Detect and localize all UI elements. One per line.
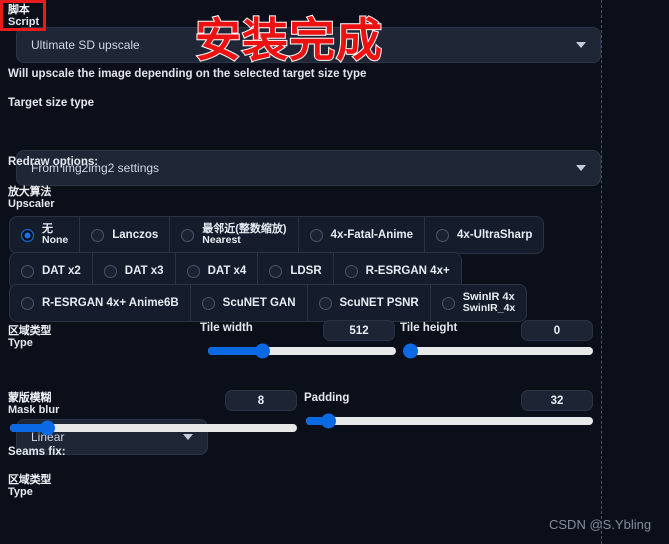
upscaler-option-label: LDSR (290, 264, 322, 277)
redraw-type-label: 区域类型 Type (8, 325, 51, 349)
upscaler-option-label: ScuNET GAN (222, 296, 296, 309)
chevron-down-icon[interactable] (183, 434, 193, 440)
upscaler-radio-row-1: 无 None Lanczos 最邻近(整数缩放) Nearest 4x-Fatal-Ani… (9, 216, 545, 254)
upscaler-option-label: 最邻近(整数缩放) Nearest (202, 223, 286, 247)
radio-unselected-icon[interactable] (269, 264, 283, 278)
radio-unselected-icon[interactable] (91, 228, 105, 242)
upscaler-label-cn: 放大算法 (8, 186, 52, 198)
upscaler-option-label-en: SwinIR_4x (462, 302, 516, 315)
upscaler-option-scunet-gan[interactable]: ScuNET GAN (190, 284, 308, 322)
upscaler-option-lanczos[interactable]: Lanczos (80, 216, 171, 254)
chevron-down-icon[interactable] (576, 42, 586, 48)
upscaler-option-label: DAT x4 (207, 264, 247, 277)
tile-width-slider-thumb[interactable] (255, 343, 271, 359)
upscaler-option-label: ScuNET PSNR (339, 296, 419, 309)
upscaler-option-label: SwinIR 4x SwinIR_4x (463, 291, 516, 315)
upscaler-option-label: R-ESRGAN 4x+ Anime6B (42, 296, 179, 309)
radio-unselected-icon[interactable] (441, 296, 455, 310)
redraw-type-label-cn: 区域类型 (8, 325, 52, 337)
radio-unselected-icon[interactable] (318, 296, 332, 310)
radio-unselected-icon[interactable] (181, 228, 195, 242)
script-description: Will upscale the image depending on the … (8, 68, 367, 80)
radio-selected-icon[interactable] (21, 228, 34, 242)
mask-blur-label-en: Mask blur (8, 404, 60, 417)
seams-fix-type-label-en: Type (8, 486, 33, 499)
mask-blur-label-cn: 蒙版模糊 (8, 392, 52, 404)
upscaler-label-en: Upscaler (8, 198, 55, 211)
padding-slider[interactable] (306, 413, 593, 429)
padding-label: Padding (304, 392, 350, 404)
chevron-down-icon[interactable] (576, 165, 586, 171)
script-settings-column: 脚本 Script Ultimate SD upscale Will upsca… (0, 0, 601, 544)
upscaler-option-label: 4x-Fatal-Anime (330, 228, 414, 241)
upscaler-option-label-en: Nearest (202, 234, 241, 247)
padding-value[interactable]: 32 (521, 390, 593, 411)
tile-height-slider[interactable] (403, 343, 593, 359)
padding-slider-thumb[interactable] (321, 413, 337, 429)
radio-unselected-icon[interactable] (201, 296, 215, 310)
script-section-label: 脚本 Script (8, 4, 39, 28)
ultimate-sd-upscale-panel: 脚本 Script Ultimate SD upscale Will upsca… (0, 0, 669, 544)
tile-width-value[interactable]: 512 (323, 320, 395, 341)
mask-blur-slider-thumb[interactable] (39, 420, 55, 436)
upscaler-option-label: Lanczos (112, 228, 159, 241)
upscaler-option-scunet-psnr[interactable]: ScuNET PSNR (307, 284, 431, 322)
tile-width-slider[interactable] (208, 343, 396, 359)
upscaler-option-label: DAT x3 (124, 264, 164, 277)
target-size-type-label: Target size type (8, 97, 95, 109)
seams-fix-type-label-cn: 区域类型 (8, 474, 52, 486)
radio-unselected-icon[interactable] (21, 296, 34, 310)
tile-height-value[interactable]: 0 (521, 320, 593, 341)
upscaler-option-label: R-ESRGAN 4x+ (365, 264, 450, 277)
script-dropdown-value: Ultimate SD upscale (31, 38, 140, 52)
upscaler-option-4x-ultrasharp[interactable]: 4x-UltraSharp (425, 216, 545, 254)
upscaler-option-none[interactable]: 无 None (9, 216, 81, 254)
tile-height-label: Tile height (400, 322, 458, 334)
radio-unselected-icon[interactable] (103, 264, 117, 278)
script-label-cn: 脚本 (8, 4, 30, 16)
upscaler-radio-row-3: R-ESRGAN 4x+ Anime6B ScuNET GAN ScuNET PSN… (9, 284, 528, 322)
upscaler-option-4x-fatal-anime[interactable]: 4x-Fatal-Anime (298, 216, 426, 254)
target-size-type-dropdown[interactable]: From img2img2 settings (16, 150, 601, 186)
script-dropdown[interactable]: Ultimate SD upscale (16, 27, 601, 63)
tile-width-label: Tile width (200, 322, 253, 334)
column-divider (601, 0, 602, 544)
mask-blur-label: 蒙版模糊 Mask blur (8, 392, 59, 416)
upscaler-option-label: 无 None (42, 223, 68, 247)
upscaler-label: 放大算法 Upscaler (8, 186, 54, 210)
upscaler-option-r-esrgan-4x-anime6b[interactable]: R-ESRGAN 4x+ Anime6B (9, 284, 191, 322)
redraw-options-label: Redraw options: (8, 156, 99, 168)
upscaler-option-label: 4x-UltraSharp (457, 228, 533, 241)
radio-unselected-icon[interactable] (309, 228, 323, 242)
tile-height-slider-thumb[interactable] (403, 343, 419, 359)
mask-blur-value[interactable]: 8 (225, 390, 297, 411)
upscaler-option-swinir-4x[interactable]: SwinIR 4x SwinIR_4x (430, 284, 528, 322)
redraw-type-label-en: Type (8, 337, 33, 350)
radio-unselected-icon[interactable] (436, 228, 450, 242)
seams-fix-label: Seams fix: (8, 446, 66, 458)
seams-fix-type-label: 区域类型 Type (8, 474, 51, 498)
upscaler-option-nearest[interactable]: 最邻近(整数缩放) Nearest (170, 216, 299, 254)
radio-unselected-icon[interactable] (344, 264, 358, 278)
mask-blur-slider[interactable] (10, 420, 297, 436)
radio-unselected-icon[interactable] (21, 264, 34, 278)
radio-unselected-icon[interactable] (186, 264, 200, 278)
upscaler-option-label-en: None (42, 234, 69, 247)
upscaler-option-label: DAT x2 (42, 264, 81, 277)
